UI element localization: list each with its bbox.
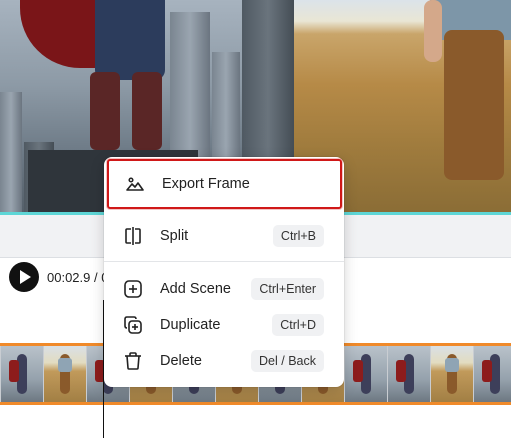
menu-item-label: Delete [160, 353, 202, 369]
split-icon [122, 225, 144, 247]
add-scene-icon [122, 278, 144, 300]
menu-item-label: Duplicate [160, 317, 221, 333]
menu-item-label: Split [160, 228, 189, 244]
timeline-thumbnail [473, 346, 511, 402]
timeline-bottom-border [0, 402, 511, 405]
menu-item-split[interactable]: Split Ctrl+B [104, 218, 344, 254]
duplicate-icon [122, 314, 144, 336]
timeline-thumbnail [430, 346, 473, 402]
menu-item-delete[interactable]: Delete Del / Back [104, 343, 344, 379]
context-menu: Export Frame Split Ctrl+B Add Scene Ctrl… [104, 157, 344, 387]
menu-item-label: Add Scene [160, 281, 231, 297]
timeline-thumbnail [0, 346, 43, 402]
shortcut-badge: Ctrl+B [272, 225, 324, 247]
menu-item-export-frame[interactable]: Export Frame [107, 159, 342, 209]
time-display: 00:02.9 / 0 [47, 270, 109, 285]
trash-icon [122, 350, 144, 372]
shortcut-badge: Ctrl+Enter [251, 278, 324, 300]
play-button[interactable] [9, 262, 39, 292]
menu-item-duplicate[interactable]: Duplicate Ctrl+D [104, 307, 344, 343]
timeline-thumbnail [43, 346, 86, 402]
image-icon [124, 174, 146, 196]
shortcut-badge: Ctrl+D [272, 314, 324, 336]
timeline-thumbnail [344, 346, 387, 402]
shortcut-badge: Del / Back [251, 350, 324, 372]
menu-divider [104, 261, 344, 262]
menu-item-label: Export Frame [162, 176, 250, 192]
menu-item-add-scene[interactable]: Add Scene Ctrl+Enter [104, 271, 344, 307]
timeline-thumbnail [387, 346, 430, 402]
